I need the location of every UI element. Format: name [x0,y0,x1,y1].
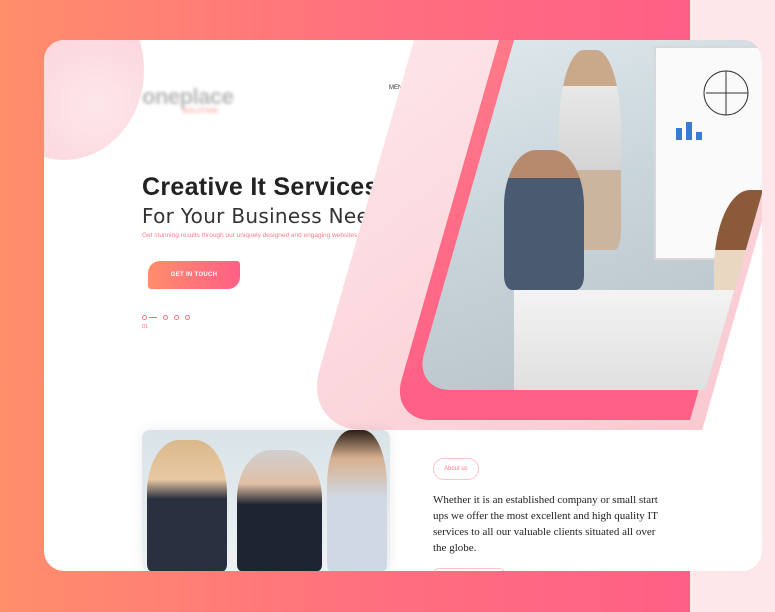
about-us-badge[interactable]: About us [433,458,479,480]
slider-dot-3[interactable] [174,315,179,320]
photo-person-woman [147,440,227,571]
slider-dot-1[interactable] [142,315,147,320]
slider-dots [142,315,190,320]
slider-dot-4[interactable] [185,315,190,320]
about-description: Whether it is an established company or … [433,494,658,554]
about-read-more-button[interactable] [433,568,505,571]
seated-man-left [504,150,584,290]
photo-person-young-man [327,430,387,571]
about-photo-meeting [142,430,390,571]
slider-dot-2[interactable] [163,315,168,320]
logo-text: oneplace [142,84,234,109]
photo-person-older-man [237,450,322,571]
site-logo[interactable]: oneplace SOLUTION [142,84,234,115]
slider-active-line [149,317,157,318]
slide-number: 01 [142,324,149,330]
hero-title: Creative It Services [142,173,379,201]
website-mockup-card: oneplace SOLUTION MENU Creative It Servi… [44,40,762,571]
hero-tagline: Get stunning results through our uniquel… [142,232,358,239]
decorative-corner-shape [44,40,144,160]
get-in-touch-button[interactable]: GET IN TOUCH [148,261,240,289]
hero-subtitle: For Your Business Needs [142,204,393,228]
logo-subtext: SOLUTION [182,108,218,115]
